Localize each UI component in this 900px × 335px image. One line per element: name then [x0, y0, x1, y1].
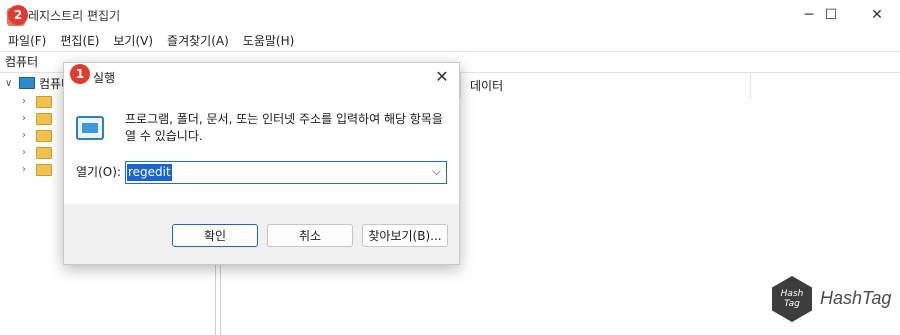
- close-icon: ✕: [435, 66, 449, 86]
- folder-icon: [36, 95, 52, 108]
- open-combobox[interactable]: regedit ⌵: [125, 161, 447, 184]
- menu-help[interactable]: 도움말(H): [235, 32, 295, 49]
- folder-icon: [36, 129, 52, 142]
- chevron-right-icon[interactable]: ›: [22, 130, 36, 141]
- close-icon: ✕: [871, 7, 883, 23]
- tree-hive-item[interactable]: ›: [22, 161, 56, 178]
- chevron-right-icon[interactable]: ›: [22, 96, 36, 107]
- maximize-button[interactable]: ☐: [808, 0, 854, 30]
- watermark: Hash Tag HashTag: [772, 276, 892, 326]
- watermark-cube-text: Hash Tag: [772, 276, 812, 322]
- menu-file[interactable]: 파일(F): [0, 32, 46, 49]
- run-footer: 확인 취소 찾아보기(B)...: [64, 204, 459, 264]
- chevron-right-icon[interactable]: ›: [22, 147, 36, 158]
- chevron-down-icon[interactable]: ∨: [5, 78, 19, 89]
- cancel-button[interactable]: 취소: [267, 224, 353, 247]
- column-divider[interactable]: [460, 73, 461, 99]
- run-dialog-title: 실행: [93, 71, 116, 85]
- column-header-data[interactable]: 데이터: [470, 75, 503, 99]
- browse-button[interactable]: 찾아보기(B)...: [362, 224, 448, 247]
- run-close-button[interactable]: ✕: [431, 65, 453, 87]
- title-bar: 레지스트리 편집기 ─ ☐ ✕: [0, 0, 900, 30]
- step-badge-1: 1: [70, 64, 90, 84]
- menu-favorites[interactable]: 즐겨찾기(A): [159, 32, 229, 49]
- tree-hive-item[interactable]: ›: [22, 93, 56, 110]
- menu-view[interactable]: 보기(V): [105, 32, 153, 49]
- chevron-down-icon[interactable]: ⌵: [432, 164, 441, 179]
- open-input-value[interactable]: regedit: [127, 164, 172, 181]
- tree-hive-item[interactable]: ›: [22, 110, 56, 127]
- folder-icon: [36, 163, 52, 176]
- ok-button[interactable]: 확인: [172, 224, 258, 247]
- run-dialog: 실행 ✕ 프로그램, 폴더, 문서, 또는 인터넷 주소를 입력하여 해당 항목…: [63, 62, 460, 265]
- watermark-text: HashTag: [820, 288, 892, 308]
- watermark-cube-line1: Hash: [780, 289, 804, 299]
- window-title: 레지스트리 편집기: [28, 9, 121, 23]
- folder-icon: [36, 112, 52, 125]
- watermark-cube-line2: Tag: [784, 299, 800, 309]
- tree-hive-item[interactable]: ›: [22, 144, 56, 161]
- close-button[interactable]: ✕: [854, 0, 900, 30]
- tree-hive-item[interactable]: ›: [22, 127, 56, 144]
- chevron-right-icon[interactable]: ›: [22, 113, 36, 124]
- computer-icon: [19, 77, 35, 89]
- folder-icon: [36, 146, 52, 159]
- step-badge-2: 2: [8, 5, 28, 25]
- run-title-bar: 실행 ✕: [64, 63, 459, 89]
- column-divider[interactable]: [750, 73, 751, 99]
- run-program-icon: [76, 116, 104, 140]
- open-label: 열기(O):: [76, 165, 121, 179]
- run-body: 프로그램, 폴더, 문서, 또는 인터넷 주소를 입력하여 해당 항목을 열 수…: [64, 89, 459, 204]
- menu-edit[interactable]: 편집(E): [52, 32, 99, 49]
- menu-bar: 파일(F) 편집(E) 보기(V) 즐겨찾기(A) 도움말(H): [0, 31, 900, 50]
- chevron-right-icon[interactable]: ›: [22, 164, 36, 175]
- maximize-icon: ☐: [824, 7, 838, 23]
- run-description: 프로그램, 폴더, 문서, 또는 인터넷 주소를 입력하여 해당 항목을 열 수…: [125, 112, 443, 143]
